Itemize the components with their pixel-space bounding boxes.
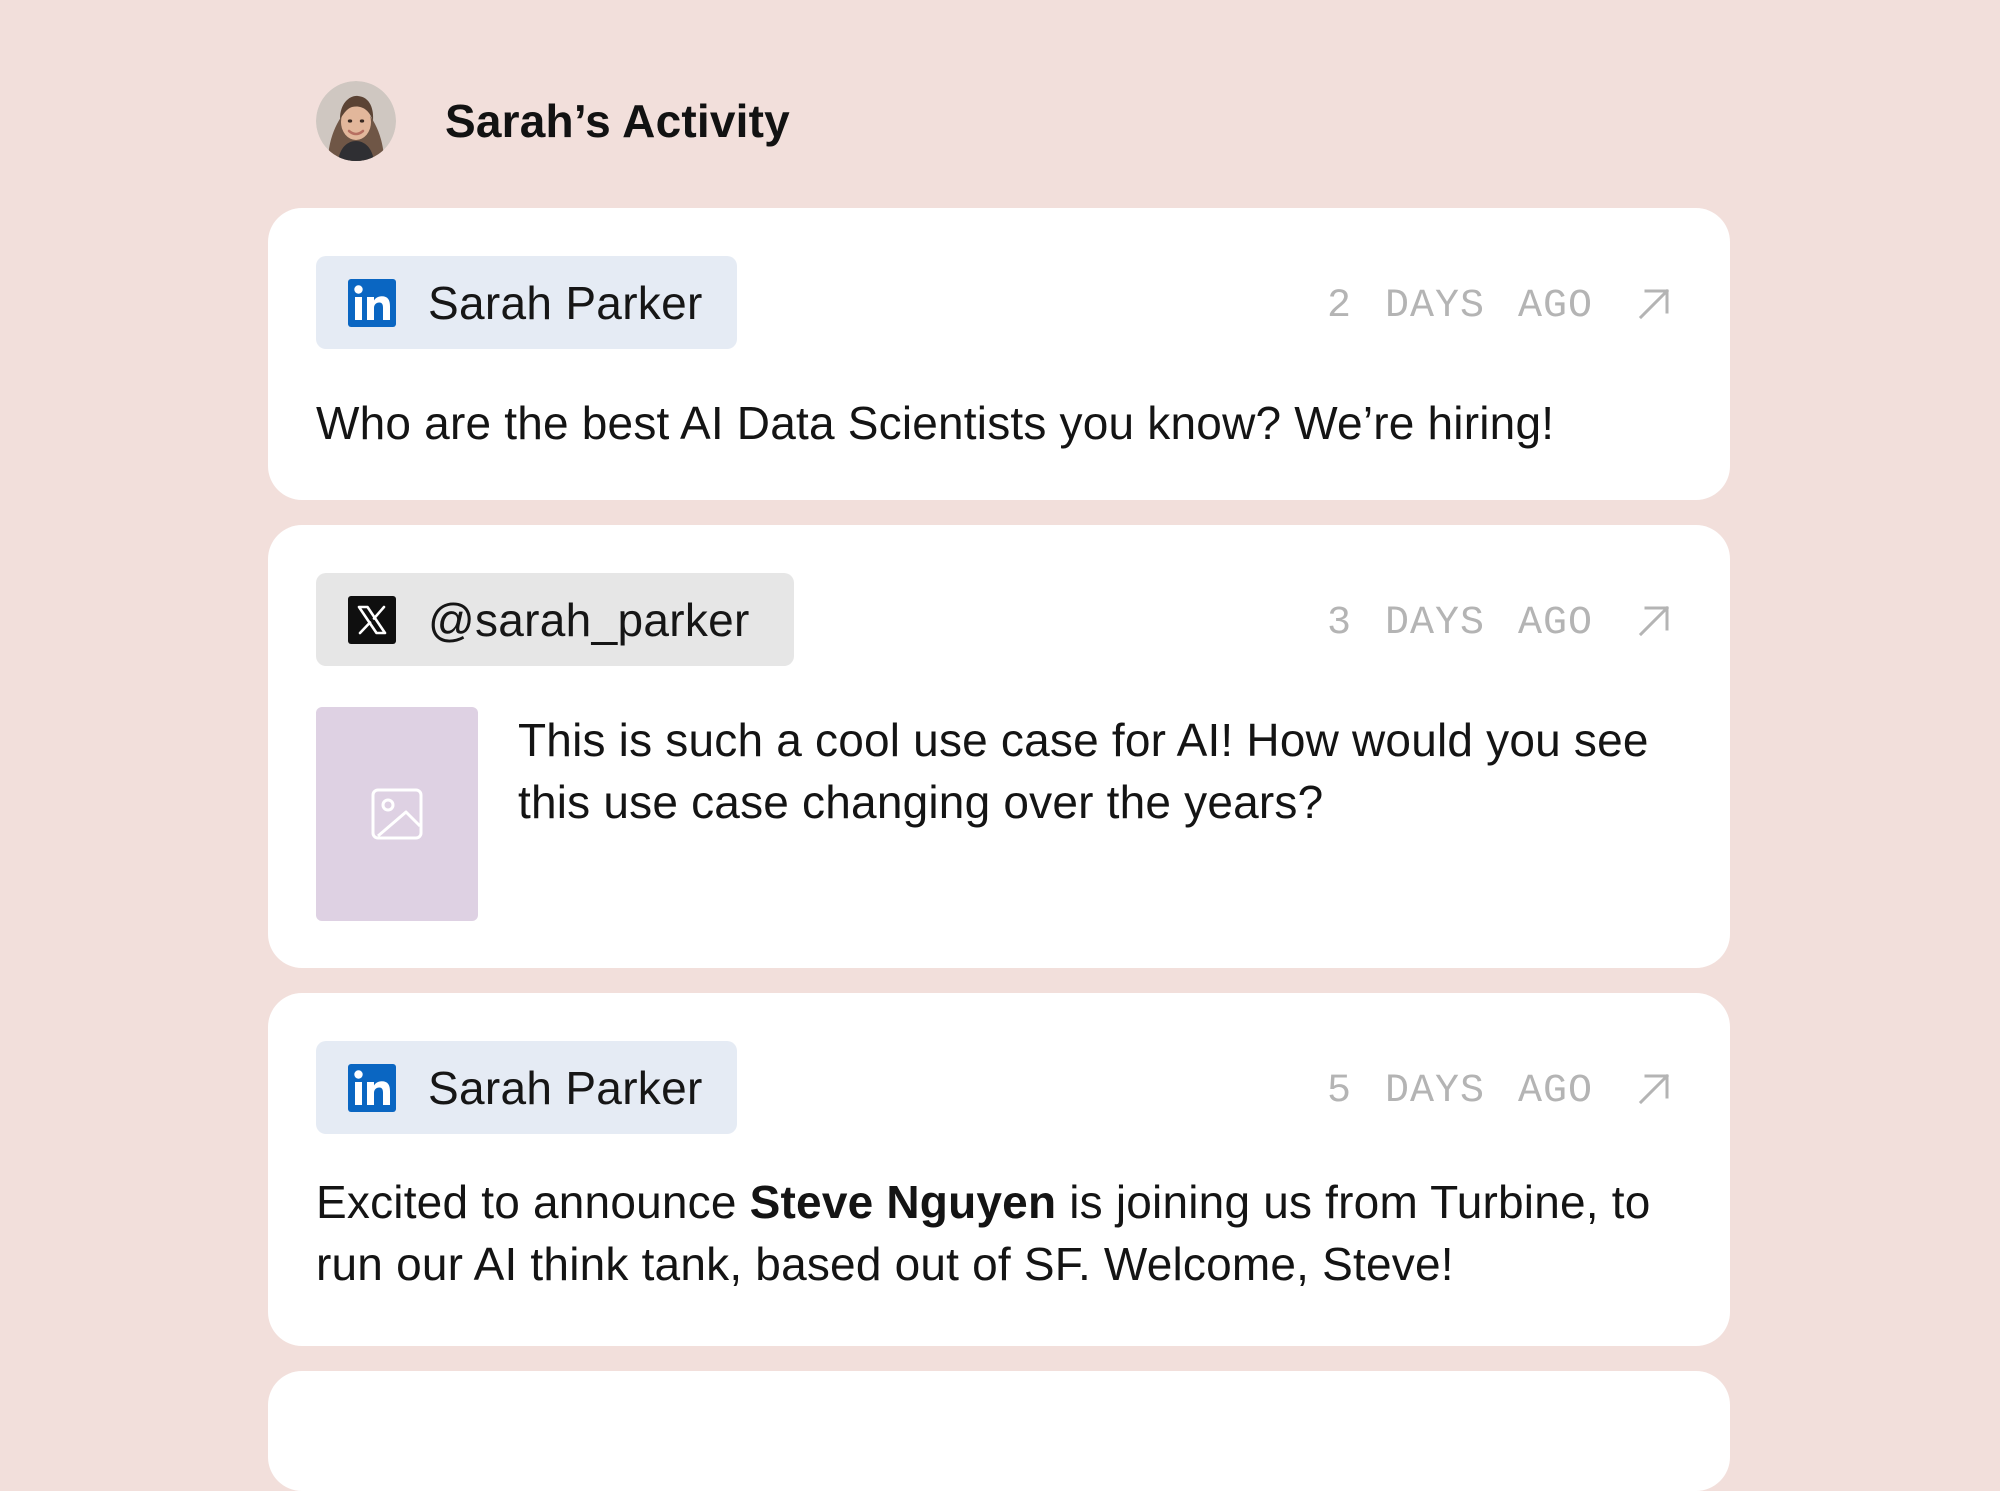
activity-card: Sarah Parker 5 DAYS AGO Excited to annou…	[268, 993, 1730, 1346]
post-text: This is such a cool use case for AI! How…	[518, 714, 1649, 828]
image-placeholder-icon	[371, 788, 423, 840]
author-chip[interactable]: Sarah Parker	[316, 256, 737, 349]
author-chip[interactable]: @sarah_parker	[316, 573, 794, 666]
author-handle: @sarah_parker	[428, 593, 750, 646]
mentioned-person[interactable]: Steve Nguyen	[750, 1176, 1057, 1228]
linkedin-icon	[348, 1063, 396, 1112]
external-link-icon[interactable]	[1636, 1071, 1672, 1107]
post-text: Who are the best AI Data Scientists you …	[316, 397, 1555, 449]
activity-header: Sarah’s Activity	[316, 81, 790, 161]
author-name: Sarah Parker	[428, 1061, 703, 1114]
avatar[interactable]	[316, 81, 396, 161]
post-thumbnail[interactable]	[316, 707, 478, 921]
post-timestamp: 2 DAYS AGO	[1326, 284, 1593, 329]
post-text: Excited to announce Steve Nguyen is join…	[316, 1171, 1690, 1295]
activity-card	[268, 1371, 1730, 1491]
x-icon	[348, 595, 396, 644]
activity-card: @sarah_parker 3 DAYS AGO This is such a …	[268, 525, 1730, 968]
post-text-intro: Excited to announce	[316, 1176, 750, 1228]
external-link-icon[interactable]	[1636, 286, 1672, 322]
page-title: Sarah’s Activity	[445, 95, 790, 147]
activity-card: Sarah Parker 2 DAYS AGO Who are the best…	[268, 208, 1730, 500]
external-link-icon[interactable]	[1636, 603, 1672, 639]
post-timestamp: 3 DAYS AGO	[1326, 601, 1593, 646]
post-timestamp: 5 DAYS AGO	[1326, 1069, 1593, 1114]
author-chip[interactable]: Sarah Parker	[316, 1041, 737, 1134]
linkedin-icon	[348, 278, 396, 327]
author-name: Sarah Parker	[428, 276, 703, 329]
user-avatar	[316, 81, 396, 161]
